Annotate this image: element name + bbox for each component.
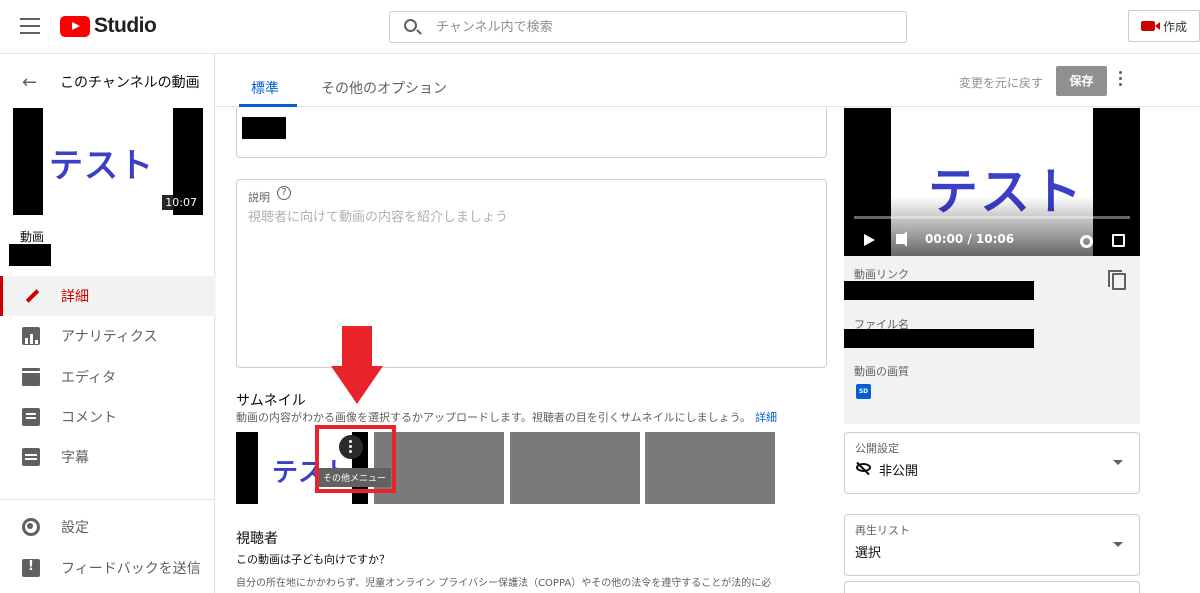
more-options-icon[interactable]: [1119, 71, 1123, 91]
playlist-value: 選択: [855, 546, 882, 561]
fullscreen-icon[interactable]: [1112, 234, 1125, 247]
sidebar: ← このチャンネルの動画 テスト 10:07 動画 詳細 アナリティクス エディ…: [0, 54, 215, 593]
gear-icon: [22, 518, 40, 536]
sidebar-item-analytics[interactable]: アナリティクス: [0, 316, 215, 356]
video-duration: 10:07: [162, 195, 200, 210]
help-icon[interactable]: ?: [277, 186, 291, 200]
audience-question: この動画は子ども向けですか？: [236, 553, 390, 566]
back-to-channel-videos[interactable]: ← このチャンネルの動画: [0, 66, 215, 96]
playlist-label: 再生リスト: [855, 524, 910, 537]
video-player[interactable]: テスト 00:00 / 10:06: [844, 108, 1140, 256]
thumbnail-option-3[interactable]: [645, 432, 775, 504]
feedback-icon: [22, 559, 40, 577]
play-icon[interactable]: [864, 234, 875, 246]
sidebar-item-label: 字幕: [61, 450, 89, 466]
editor-icon: [22, 368, 40, 386]
audience-heading: 視聴者: [236, 531, 278, 547]
visibility-label: 公開設定: [855, 442, 899, 455]
thumbnail-description: 動画の内容がわかる画像を選択するかアップロードします。視聴者の目を引くサムネイル…: [236, 409, 777, 425]
undo-changes-button[interactable]: 変更を元に戻す: [959, 74, 1043, 91]
sidebar-item-feedback[interactable]: フィードバックを送信: [0, 548, 215, 588]
player-settings-icon[interactable]: [1080, 235, 1093, 248]
comment-icon: [22, 408, 40, 426]
next-field[interactable]: [844, 581, 1140, 593]
annotation-highlight-box: [315, 425, 396, 493]
thumbnail-learn-more-link[interactable]: 詳細: [755, 411, 777, 424]
sidebar-item-label: エディタ: [61, 370, 117, 386]
video-progress-bar[interactable]: [854, 216, 1130, 219]
sidebar-item-label: 設定: [61, 520, 89, 536]
sidebar-item-editor[interactable]: エディタ: [0, 357, 215, 397]
visibility-value: 非公開: [879, 464, 919, 479]
annotation-arrow-head: [331, 366, 383, 404]
hamburger-menu-icon[interactable]: [20, 18, 40, 34]
video-camera-icon: [1141, 21, 1160, 31]
save-button[interactable]: 保存: [1056, 66, 1107, 96]
video-link-label: 動画リンク: [854, 268, 909, 281]
search-input[interactable]: [436, 17, 876, 37]
details-header: 標準 その他のオプション 変更を元に戻す 保存: [216, 54, 1200, 107]
thumbnail-option-2[interactable]: [510, 432, 640, 504]
analytics-icon: [22, 327, 40, 345]
studio-logo-text: Studio: [94, 14, 157, 37]
channel-search[interactable]: [389, 11, 907, 43]
video-quality-label: 動画の画質: [854, 365, 909, 378]
sidebar-item-label: 詳細: [61, 289, 89, 305]
youtube-logo-icon: [60, 15, 90, 37]
playlist-select[interactable]: 再生リスト 選択: [844, 514, 1140, 576]
redacted-video-title: [9, 244, 51, 266]
description-label: 説明: [248, 191, 270, 204]
thumbnail-desc-text: 動画の内容がわかる画像を選択するかアップロードします。視聴者の目を引くサムネイル…: [236, 411, 752, 424]
redacted-file-name: [844, 329, 1034, 348]
thumbnail-heading: サムネイル: [236, 393, 306, 409]
annotation-arrow-icon: [342, 326, 372, 368]
sidebar-item-label: アナリティクス: [61, 329, 158, 345]
sidebar-item-subtitles[interactable]: 字幕: [0, 437, 215, 477]
sidebar-item-label: コメント: [61, 410, 117, 426]
video-preview-card: テスト 00:00 / 10:06 動画リンク ファイル名 動画の画質 SD: [844, 108, 1140, 424]
thumbnail-text: テスト: [49, 146, 154, 186]
chevron-down-icon: [1113, 542, 1123, 547]
search-icon: [404, 19, 417, 32]
details-form: 説明 ? 視聴者に向けて動画の内容を紹介しましょう サムネイル 動画の内容がわか…: [216, 108, 1200, 593]
sd-quality-badge: SD: [856, 384, 871, 399]
sidebar-item-settings[interactable]: 設定: [0, 507, 215, 547]
redacted-video-link: [844, 281, 1034, 300]
volume-icon[interactable]: [896, 234, 904, 244]
back-arrow-icon: ←: [22, 72, 38, 93]
subtitles-icon: [22, 448, 40, 466]
top-bar: Studio 作成: [0, 0, 1200, 54]
create-button[interactable]: 作成: [1128, 10, 1200, 42]
description-field[interactable]: 説明 ? 視聴者に向けて動画の内容を紹介しましょう: [236, 179, 827, 368]
sidebar-video-label: 動画: [20, 230, 45, 244]
tab-standard[interactable]: 標準: [239, 78, 297, 107]
sidebar-item-label: フィードバックを送信: [61, 561, 201, 577]
sidebar-item-comments[interactable]: コメント: [0, 397, 215, 437]
sidebar-item-details[interactable]: 詳細: [0, 276, 215, 316]
pencil-icon: [22, 287, 40, 305]
audience-description: 自分の所在地にかかわらず、児童オンライン プライバシー保護法（COPPA）やその…: [236, 578, 772, 589]
back-label: このチャンネルの動画: [60, 75, 200, 91]
studio-logo[interactable]: Studio: [60, 14, 157, 38]
sidebar-video-thumbnail[interactable]: テスト 10:07: [13, 108, 203, 215]
redacted-title: [242, 117, 286, 139]
title-field[interactable]: [236, 108, 827, 158]
description-placeholder: 視聴者に向けて動画の内容を紹介しましょう: [248, 210, 509, 225]
visibility-select[interactable]: 公開設定 非公開: [844, 432, 1140, 494]
copy-icon[interactable]: [1108, 270, 1126, 290]
create-label: 作成: [1163, 19, 1188, 34]
sidebar-divider: [0, 499, 215, 500]
tab-other-options[interactable]: その他のオプション: [321, 78, 447, 98]
chevron-down-icon: [1113, 460, 1123, 465]
eye-off-icon: [856, 463, 871, 472]
video-time: 00:00 / 10:06: [925, 232, 1015, 246]
